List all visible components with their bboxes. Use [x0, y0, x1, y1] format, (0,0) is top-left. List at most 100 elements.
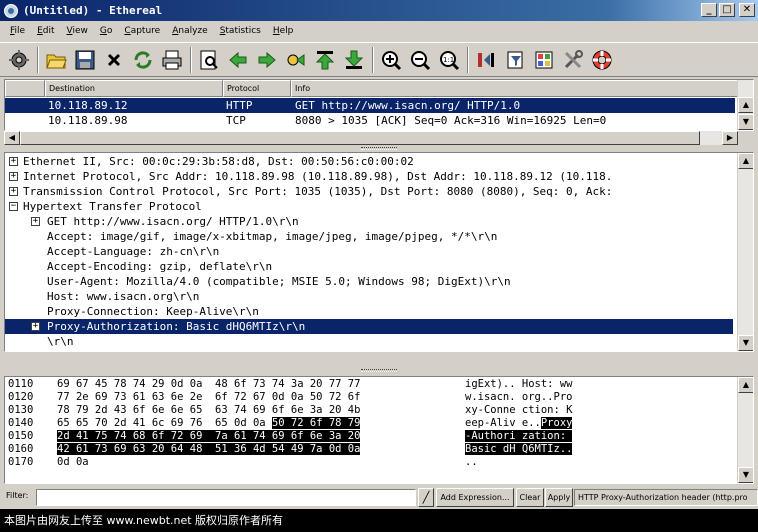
hex-bytes-highlighted[interactable]: 50 72 6f 78 79: [271, 417, 361, 429]
coloring-rules-button[interactable]: [530, 46, 557, 74]
scroll-up-button[interactable]: ▲: [738, 97, 753, 113]
scroll-left-button[interactable]: ◀: [4, 131, 20, 145]
hex-offset[interactable]: 0170: [8, 456, 33, 468]
go-to-packet-button[interactable]: [282, 46, 309, 74]
zoom-reset-button[interactable]: 1:1: [435, 46, 462, 74]
zoom-out-button[interactable]: [406, 46, 433, 74]
expand-icon[interactable]: +: [31, 217, 40, 226]
packet-list-hscrollbar[interactable]: ◀ ▶: [4, 131, 738, 145]
column-header-protocol[interactable]: Protocol: [223, 80, 291, 97]
detail-tree-item[interactable]: Accept-Language: zh-cn\r\n: [5, 244, 733, 259]
menu-view[interactable]: View: [67, 26, 88, 36]
hex-ascii[interactable]: w.isacn. org..Pro: [465, 391, 572, 403]
scroll-up-button[interactable]: ▲: [738, 153, 753, 169]
expand-icon[interactable]: +: [9, 187, 18, 196]
hex-bytes[interactable]: 0d 0a: [57, 456, 89, 468]
hex-ascii[interactable]: ..: [465, 456, 478, 468]
column-header-destination[interactable]: Destination: [45, 80, 223, 97]
zoom-in-button[interactable]: [377, 46, 404, 74]
menu-capture[interactable]: Capture: [124, 26, 160, 36]
clear-button[interactable]: Clear: [516, 488, 544, 507]
detail-tree-item[interactable]: + Proxy-Authorization: Basic dHQ6MTIz\r\n: [5, 319, 733, 334]
menu-edit[interactable]: Edit: [37, 26, 54, 36]
capture-interfaces-button[interactable]: [5, 46, 32, 74]
add-expression-button[interactable]: Add Expression...: [436, 488, 514, 507]
detail-tree-item[interactable]: Host: www.isacn.org\r\n: [5, 289, 733, 304]
apply-button[interactable]: Apply: [545, 488, 573, 507]
filter-input[interactable]: [36, 489, 416, 506]
bytes-vscrollbar[interactable]: ▲ ▼: [737, 377, 753, 483]
scroll-thumb[interactable]: [20, 131, 700, 145]
hex-ascii-highlighted[interactable]: Proxy: [540, 417, 573, 429]
scroll-up-button[interactable]: ▲: [738, 377, 753, 393]
expand-icon[interactable]: +: [9, 172, 18, 181]
save-file-button[interactable]: [71, 46, 98, 74]
detail-tree-item[interactable]: User-Agent: Mozilla/4.0 (compatible; MSI…: [5, 274, 733, 289]
help-button[interactable]: [588, 46, 615, 74]
pane-splitter-bottom[interactable]: [0, 366, 758, 374]
hex-bytes[interactable]: 78 79 2d 43 6f 6e 6e 65 63 74 69 6f 6e 3…: [57, 404, 360, 416]
scroll-down-button[interactable]: ▼: [738, 335, 753, 351]
capture-filters-button[interactable]: [472, 46, 499, 74]
hex-offset[interactable]: 0150: [8, 430, 33, 442]
detail-tree-item[interactable]: Proxy-Connection: Keep-Alive\r\n: [5, 304, 733, 319]
menu-file[interactable]: File: [10, 26, 25, 36]
hex-offset[interactable]: 0130: [8, 404, 33, 416]
packet-row[interactable]: 10.118.89.98 TCP 8080 > 1035 [ACK] Seq=0 A…: [5, 113, 735, 128]
packet-list-vscrollbar[interactable]: ▲ ▼: [737, 80, 753, 130]
title-bar[interactable]: (Untitled) - Ethereal _ □ ✕: [0, 0, 758, 21]
hex-ascii[interactable]: xy-Conne ction: K: [465, 404, 572, 416]
detail-tree-item[interactable]: Accept: image/gif, image/x-xbitmap, imag…: [5, 229, 733, 244]
scroll-right-button[interactable]: ▶: [722, 131, 738, 145]
detail-tree-item[interactable]: + GET http://www.isacn.org/ HTTP/1.0\r\n: [5, 214, 733, 229]
menu-help[interactable]: Help: [273, 26, 294, 36]
minimize-button[interactable]: _: [701, 3, 717, 17]
hex-ascii-highlighted[interactable]: Basic dH Q6MTIz..: [465, 443, 573, 455]
packet-row[interactable]: 10.118.89.12 HTTP GET http://www.isacn.org…: [5, 98, 735, 113]
go-last-button[interactable]: [340, 46, 367, 74]
scroll-down-button[interactable]: ▼: [738, 467, 753, 483]
expand-icon[interactable]: +: [9, 157, 18, 166]
go-forward-button[interactable]: [253, 46, 280, 74]
find-packet-button[interactable]: [195, 46, 222, 74]
column-header-number[interactable]: [5, 80, 45, 97]
go-first-button[interactable]: [311, 46, 338, 74]
detail-tree-item[interactable]: \r\n: [5, 334, 733, 349]
go-back-button[interactable]: [224, 46, 251, 74]
open-file-button[interactable]: [42, 46, 69, 74]
hex-ascii-highlighted[interactable]: -Authori zation:: [465, 430, 573, 442]
details-vscrollbar[interactable]: ▲ ▼: [737, 153, 753, 351]
menu-statistics[interactable]: Statistics: [220, 26, 261, 36]
print-button[interactable]: [158, 46, 185, 74]
detail-tree-item[interactable]: − Hypertext Transfer Protocol: [5, 199, 733, 214]
hex-offset[interactable]: 0140: [8, 417, 33, 429]
maximize-button[interactable]: □: [719, 3, 735, 17]
detail-tree-item[interactable]: + Transmission Control Protocol, Src Port…: [5, 184, 733, 199]
display-filters-button[interactable]: [501, 46, 528, 74]
detail-tree-item[interactable]: + Internet Protocol, Src Addr: 10.118.89.…: [5, 169, 733, 184]
close-file-button[interactable]: [100, 46, 127, 74]
close-button[interactable]: ✕: [739, 3, 755, 17]
hex-offset[interactable]: 0160: [8, 443, 33, 455]
preferences-button[interactable]: [559, 46, 586, 74]
hex-bytes-highlighted[interactable]: 42 61 73 69 63 20 64 48 51 36 4d 54 49 7…: [57, 443, 361, 455]
menu-go[interactable]: Go: [100, 26, 113, 36]
filter-dropdown-button[interactable]: ╱: [418, 488, 434, 507]
hex-offset[interactable]: 0120: [8, 391, 33, 403]
hex-offset[interactable]: 0110: [8, 378, 33, 390]
hex-ascii[interactable]: eep-Aliv e..: [465, 417, 541, 429]
hex-bytes-highlighted[interactable]: 2d 41 75 74 68 6f 72 69 7a 61 74 69 6f 6…: [57, 430, 361, 442]
hex-bytes[interactable]: 77 2e 69 73 61 63 6e 2e 6f 72 67 0d 0a 5…: [57, 391, 360, 403]
menu-analyze[interactable]: Analyze: [172, 26, 207, 36]
expand-icon[interactable]: +: [31, 322, 40, 331]
hex-bytes[interactable]: 65 65 70 2d 41 6c 69 76 65 0d 0a: [57, 417, 272, 429]
detail-tree-item[interactable]: Accept-Encoding: gzip, deflate\r\n: [5, 259, 733, 274]
collapse-icon[interactable]: −: [9, 202, 18, 211]
detail-tree-item[interactable]: + Ethernet II, Src: 00:0c:29:3b:58:d8, Ds…: [5, 154, 733, 169]
scroll-down-button[interactable]: ▼: [738, 114, 753, 130]
pane-splitter-top[interactable]: [0, 144, 758, 152]
column-header-info[interactable]: Info: [291, 80, 739, 97]
hex-bytes[interactable]: 69 67 45 78 74 29 0d 0a 48 6f 73 74 3a 2…: [57, 378, 360, 390]
hex-ascii[interactable]: igExt).. Host: ww: [465, 378, 572, 390]
reload-button[interactable]: [129, 46, 156, 74]
